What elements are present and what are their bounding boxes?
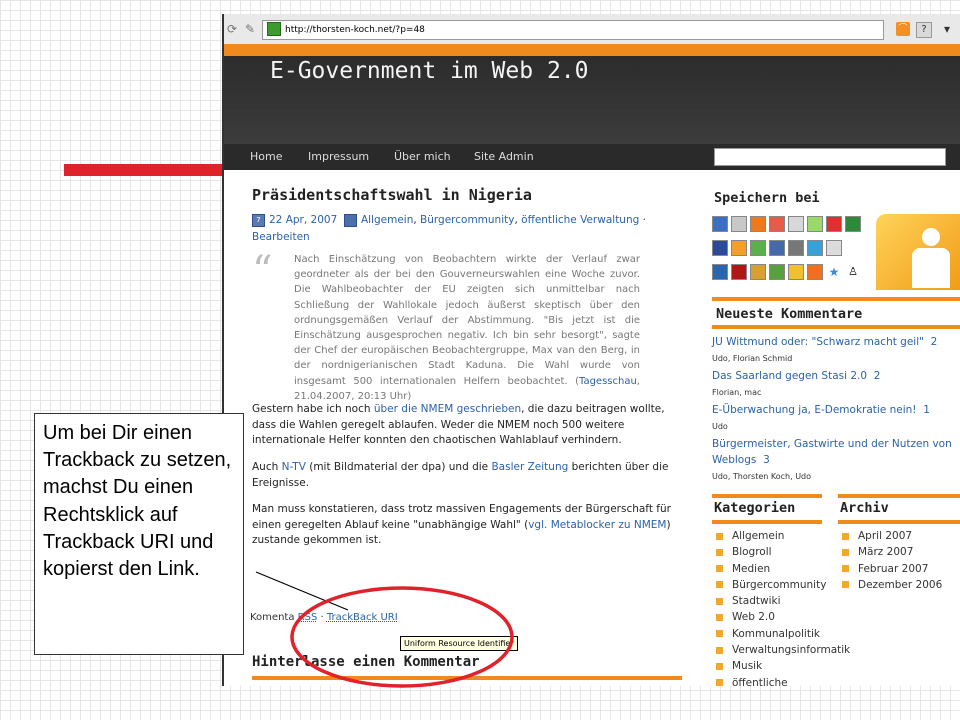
- callout-pointer-line: [255, 571, 349, 611]
- annotation-overlay: [255, 571, 514, 688]
- highlight-ellipse: [290, 586, 514, 688]
